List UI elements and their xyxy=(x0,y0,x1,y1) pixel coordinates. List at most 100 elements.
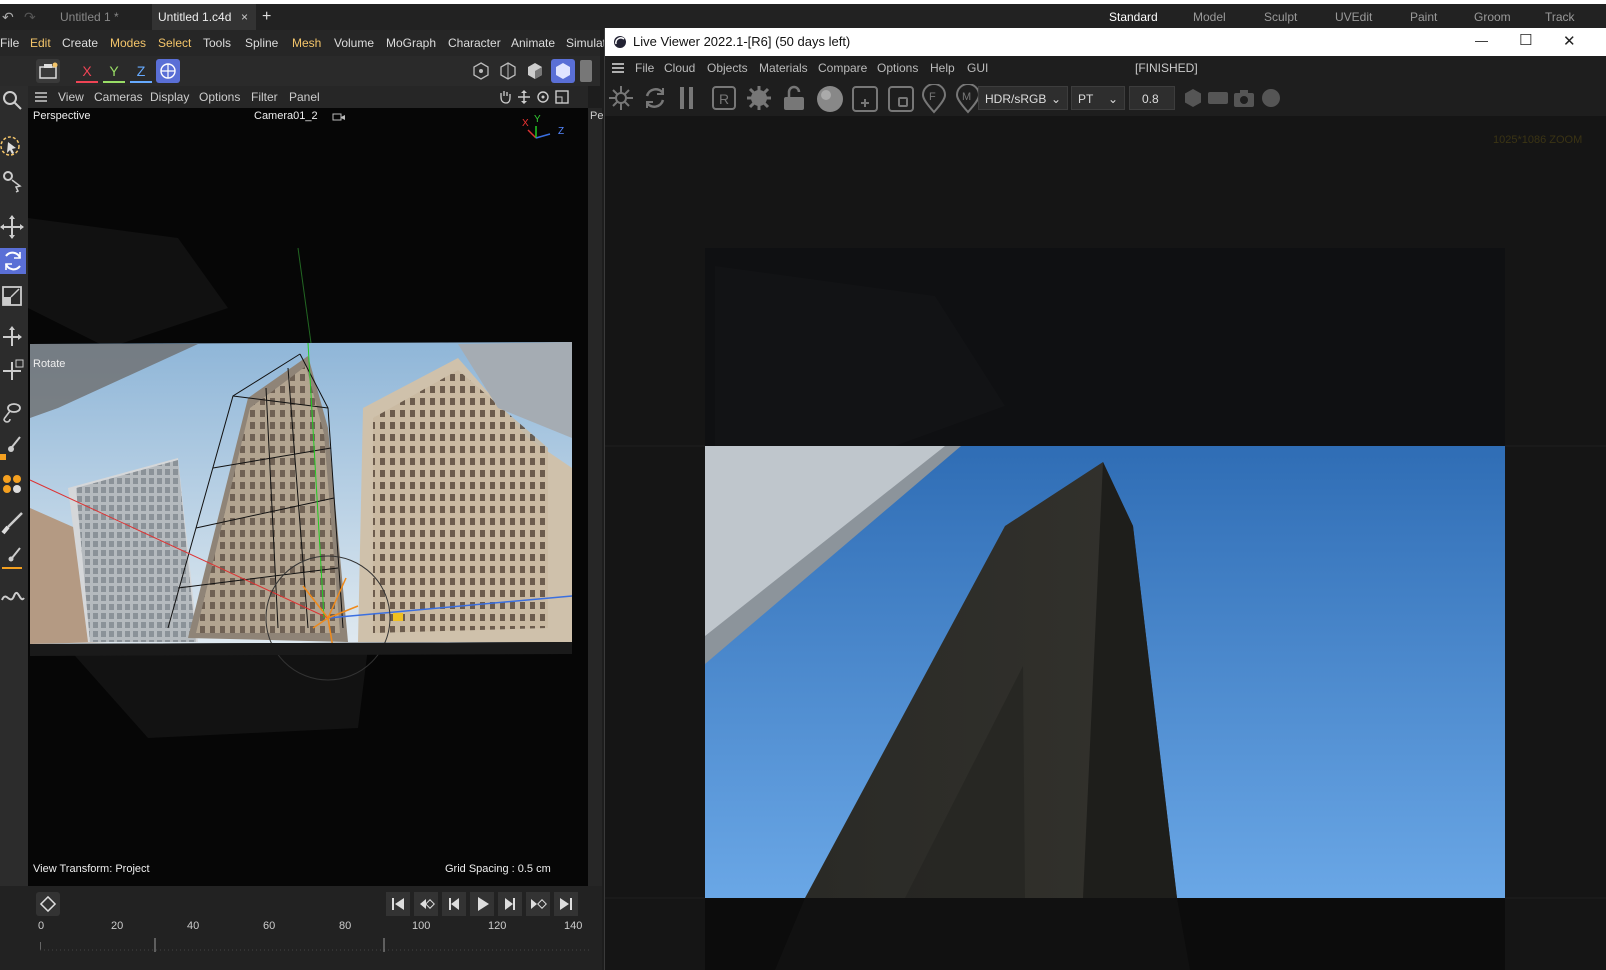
lv-menu-compare[interactable]: Compare xyxy=(818,56,867,80)
timeline-ruler[interactable]: 0 20 40 60 80 100 120 140 xyxy=(38,920,590,968)
brush-select-icon[interactable] xyxy=(0,434,26,460)
keyframe-icon[interactable] xyxy=(36,892,60,916)
transform-icon[interactable] xyxy=(0,324,26,350)
lv-menu-options[interactable]: Options xyxy=(877,56,918,80)
menu-tools[interactable]: Tools xyxy=(203,30,231,56)
lv-menu-file[interactable]: File xyxy=(635,56,654,80)
focus-pick-icon[interactable]: F xyxy=(921,83,947,117)
undo-icon[interactable]: ↶ xyxy=(2,9,14,26)
exposure-value-field[interactable]: 0.8 xyxy=(1129,86,1175,110)
previous-key-icon[interactable] xyxy=(414,892,438,916)
menu-edit[interactable]: Edit xyxy=(30,30,51,56)
viewport-menu-cameras[interactable]: Cameras xyxy=(94,86,143,108)
render-mode-select[interactable]: PT ⌄ xyxy=(1071,86,1125,110)
axis-x-button[interactable]: X xyxy=(76,59,98,83)
redo-icon[interactable]: ↷ xyxy=(24,9,36,26)
layout-model[interactable]: Model xyxy=(1193,4,1226,30)
display-mode-5-icon[interactable] xyxy=(580,60,592,82)
transform-alt-icon[interactable] xyxy=(0,358,26,384)
paint-brush-icon[interactable] xyxy=(0,510,26,536)
play-icon[interactable] xyxy=(470,892,494,916)
menu-select[interactable]: Select xyxy=(158,30,191,56)
menu-volume[interactable]: Volume xyxy=(334,30,374,56)
menu-mesh[interactable]: Mesh xyxy=(292,30,321,56)
live-viewer-hamburger-icon[interactable] xyxy=(611,61,625,78)
menu-spline[interactable]: Spline xyxy=(245,30,278,56)
lv-menu-gui[interactable]: GUI xyxy=(967,56,988,80)
camera-snapshot-icon[interactable] xyxy=(1233,88,1255,111)
close-window-button[interactable]: ✕ xyxy=(1563,32,1576,50)
live-viewer-render-canvas[interactable]: 1025*1086 ZOOM xyxy=(605,116,1606,970)
viewport-menu-options[interactable]: Options xyxy=(199,86,240,108)
lv-menu-help[interactable]: Help xyxy=(930,56,955,80)
layout-sculpt[interactable]: Sculpt xyxy=(1264,4,1297,30)
render-settings-icon[interactable] xyxy=(36,59,60,83)
secondary-viewport-edge[interactable]: Pe xyxy=(588,108,603,886)
viewport-menu-display[interactable]: Display xyxy=(150,86,189,108)
axis-z-button[interactable]: Z xyxy=(130,59,152,83)
layout-uvedit[interactable]: UVEdit xyxy=(1335,4,1372,30)
spline-sketch-icon[interactable] xyxy=(0,582,26,608)
orbit-icon[interactable] xyxy=(536,90,550,107)
add-tab-icon[interactable]: + xyxy=(262,4,278,30)
material-preview-icon[interactable] xyxy=(816,85,844,116)
scale-icon[interactable] xyxy=(0,284,26,310)
next-frame-icon[interactable] xyxy=(498,892,522,916)
menu-character[interactable]: Character xyxy=(448,30,501,56)
pan-hand-icon[interactable] xyxy=(498,90,512,107)
region-render-icon[interactable]: R xyxy=(711,85,737,114)
tab-untitled-1-c4d[interactable]: Untitled 1.c4d × xyxy=(152,4,256,30)
layout-paint[interactable]: Paint xyxy=(1410,4,1437,30)
viewport-menu-filter[interactable]: Filter xyxy=(251,86,278,108)
dolly-icon[interactable] xyxy=(517,90,531,107)
lv-menu-objects[interactable]: Objects xyxy=(707,56,748,80)
live-select-icon[interactable] xyxy=(0,134,26,160)
display-mode-1-icon[interactable] xyxy=(470,60,492,82)
tab-untitled-1[interactable]: Untitled 1 * xyxy=(46,4,150,30)
region-select-icon[interactable] xyxy=(887,85,915,116)
display-mode-4-icon[interactable] xyxy=(551,59,575,83)
record-icon[interactable] xyxy=(1261,88,1281,111)
next-key-icon[interactable] xyxy=(526,892,550,916)
send-scene-icon[interactable] xyxy=(607,84,635,115)
move-icon[interactable] xyxy=(0,214,26,240)
colorspace-select[interactable]: HDR/sRGB ⌄ xyxy=(978,86,1068,110)
menu-modes[interactable]: Modes xyxy=(110,30,146,56)
display-mode-3-icon[interactable] xyxy=(524,60,546,82)
pen-icon[interactable] xyxy=(0,544,26,570)
menu-mograph[interactable]: MoGraph xyxy=(386,30,436,56)
coordinate-system-icon[interactable] xyxy=(156,59,180,83)
previous-frame-icon[interactable] xyxy=(442,892,466,916)
hexagon-icon[interactable] xyxy=(1183,88,1203,111)
maximize-button[interactable]: ☐ xyxy=(1519,31,1532,49)
lv-menu-cloud[interactable]: Cloud xyxy=(664,56,695,80)
close-tab-icon[interactable]: × xyxy=(241,4,248,30)
pause-render-icon[interactable] xyxy=(677,84,697,115)
menu-animate[interactable]: Animate xyxy=(511,30,555,56)
menu-create[interactable]: Create xyxy=(62,30,98,56)
search-icon[interactable] xyxy=(0,88,26,114)
cloner-icon[interactable] xyxy=(0,470,26,496)
rotate-icon[interactable] xyxy=(0,248,26,274)
select-settings-icon[interactable] xyxy=(0,168,26,194)
lock-icon[interactable] xyxy=(781,84,807,115)
hamburger-menu-icon[interactable] xyxy=(34,90,48,107)
viewport-menu-panel[interactable]: Panel xyxy=(289,86,320,108)
lv-menu-materials[interactable]: Materials xyxy=(759,56,808,80)
active-camera-name[interactable]: Camera01_2 xyxy=(254,110,318,122)
lasso-icon[interactable] xyxy=(0,400,26,426)
render-settings-gear-icon[interactable] xyxy=(745,84,773,115)
menu-file[interactable]: File xyxy=(0,30,19,56)
go-to-end-icon[interactable] xyxy=(554,892,578,916)
minimize-button[interactable]: — xyxy=(1475,33,1488,48)
clay-mode-icon[interactable] xyxy=(1207,90,1229,109)
restart-render-icon[interactable] xyxy=(641,84,669,115)
live-viewer-titlebar[interactable]: Live Viewer 2022.1-[R6] (50 days left) —… xyxy=(605,28,1606,56)
perspective-viewport[interactable]: Perspective Camera01_2 X Y Z Rotate View… xyxy=(28,108,588,886)
add-object-icon[interactable] xyxy=(851,85,879,116)
layout-track[interactable]: Track xyxy=(1545,4,1575,30)
maximize-view-icon[interactable] xyxy=(555,90,569,107)
layout-standard[interactable]: Standard xyxy=(1109,4,1158,30)
display-mode-2-icon[interactable] xyxy=(497,60,519,82)
viewport-menu-view[interactable]: View xyxy=(58,86,84,108)
